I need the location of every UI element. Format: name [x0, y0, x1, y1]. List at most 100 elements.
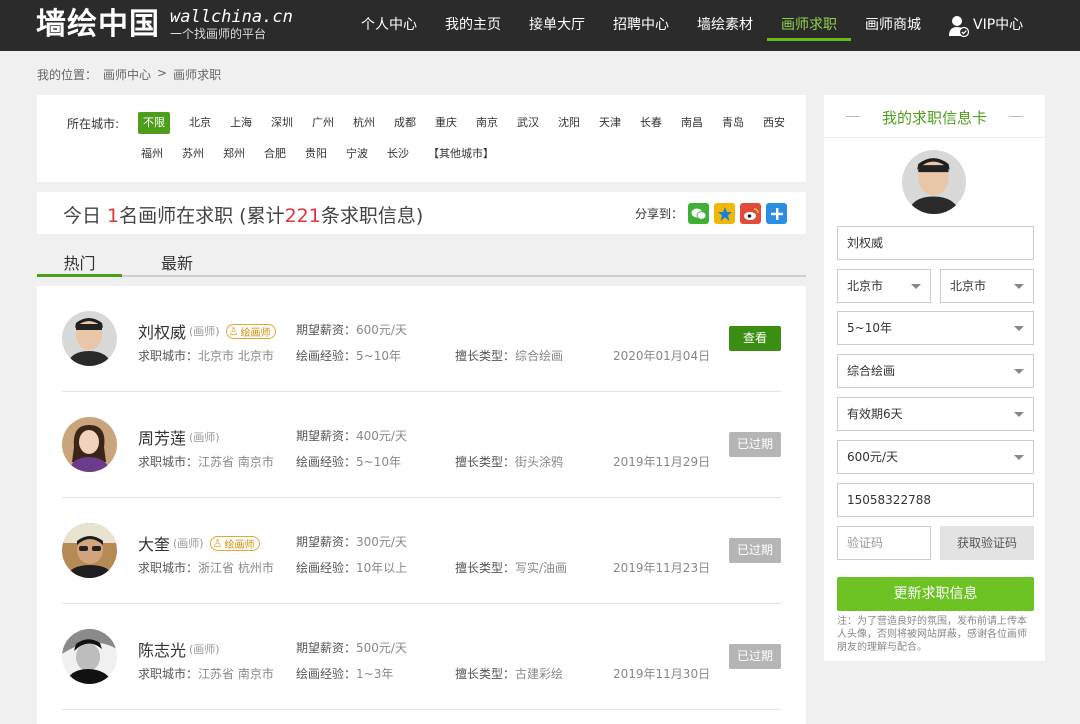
city-option[interactable]: 福州 — [141, 143, 163, 165]
avatar[interactable] — [62, 311, 117, 366]
listing-tabs: 热门 最新 — [37, 244, 806, 277]
city-label: 求职城市： — [138, 349, 199, 363]
city-option[interactable]: 青岛 — [722, 112, 744, 134]
experience-info: 绘画经验：5~10年 — [296, 453, 401, 470]
city-filter-label: 所在城市: — [67, 117, 120, 131]
row-divider — [62, 709, 781, 710]
city-option[interactable]: 武汉 — [517, 112, 539, 134]
city-value: 江苏省 南京市 — [198, 667, 274, 681]
post-date: 2020年01月04日 — [613, 349, 711, 363]
salary-value: 300元/天 — [356, 535, 407, 549]
nav-mural-materials[interactable]: 墙绘素材 — [683, 0, 767, 51]
city-row-1: 不限 北京 上海 深圳 广州 杭州 成都 重庆 南京 武汉 沈阳 天津 长春 南昌 青岛 西安 — [138, 112, 804, 134]
medal-icon: ♙ — [228, 324, 239, 338]
city-option[interactable]: 【其他城市】 — [428, 143, 494, 165]
city-option[interactable]: 南昌 — [681, 112, 703, 134]
city-option[interactable]: 长沙 — [387, 143, 409, 165]
view-button[interactable]: 查看 — [729, 326, 781, 351]
tab-hot[interactable]: 热门 — [37, 250, 122, 277]
nav-order-hall[interactable]: 接单大厅 — [515, 0, 599, 51]
nav-personal-center[interactable]: 个人中心 — [347, 0, 431, 51]
city-option[interactable]: 宁波 — [346, 143, 368, 165]
get-code-button[interactable]: 获取验证码 — [940, 526, 1034, 560]
site-logo[interactable]: 墙绘中国 wallchina.cn 一个找画师的平台 — [36, 8, 293, 42]
logo-text: 墙绘中国 — [36, 7, 160, 42]
card-divider — [824, 137, 1045, 138]
wechat-share-icon[interactable] — [688, 203, 710, 224]
list-item: 周芳莲 (画师) 期望薪资：400元/天 求职城市：江苏省 南京市 绘画经验：5… — [37, 392, 806, 498]
city-option[interactable]: 合肥 — [264, 143, 286, 165]
main-nav: 个人中心 我的主页 接单大厅 招聘中心 墙绘素材 画师求职 画师商城 VIP中心 — [347, 0, 1037, 51]
experience-select[interactable]: 5~10年 — [837, 311, 1034, 345]
nav-my-homepage[interactable]: 我的主页 — [431, 0, 515, 51]
captcha-input[interactable]: 验证码 — [837, 526, 931, 560]
city-option[interactable]: 成都 — [394, 112, 416, 134]
city-option[interactable]: 南京 — [476, 112, 498, 134]
city-option[interactable]: 天津 — [599, 112, 621, 134]
city-option[interactable]: 深圳 — [271, 112, 293, 134]
skill-select[interactable]: 综合绘画 — [837, 354, 1034, 388]
badge-label: 绘画师 — [224, 539, 255, 551]
experience-label: 绘画经验： — [296, 561, 357, 575]
top-header: 墙绘中国 wallchina.cn 一个找画师的平台 个人中心 我的主页 接单大… — [0, 0, 1080, 51]
city-option[interactable]: 沈阳 — [558, 112, 580, 134]
nav-vip-center[interactable]: VIP中心 — [935, 0, 1037, 51]
card-title: 我的求职信息卡 — [881, 109, 987, 127]
salary-label: 期望薪资： — [296, 641, 357, 655]
today-summary: 今日 1名画师在求职 (累计221条求职信息) — [63, 201, 423, 228]
salary-label: 期望薪资： — [296, 429, 357, 443]
city-option[interactable]: 长春 — [640, 112, 662, 134]
painter-badge: ♙ 绘画师 — [225, 323, 277, 339]
seeker-name[interactable]: 刘权威 (画师) ♙ 绘画师 — [138, 319, 277, 343]
skill-info: 擅长类型：古建彩绘 — [455, 665, 563, 682]
validity-select[interactable]: 有效期6天 — [837, 397, 1034, 431]
city-value: 江苏省 南京市 — [198, 455, 274, 469]
seeker-role: (画师) — [189, 643, 220, 656]
experience-value: 5~10年 — [356, 349, 401, 363]
nav-painter-jobs[interactable]: 画师求职 — [767, 0, 851, 51]
city-option[interactable]: 西安 — [763, 112, 785, 134]
total-count: 221 — [284, 205, 321, 227]
avatar[interactable] — [62, 523, 117, 578]
city-option[interactable]: 杭州 — [353, 112, 375, 134]
city-option[interactable]: 贵阳 — [305, 143, 327, 165]
experience-value: 5~10年 — [356, 455, 401, 469]
avatar[interactable] — [62, 629, 117, 684]
province-select[interactable]: 北京市 — [837, 269, 931, 303]
city-option[interactable]: 郑州 — [223, 143, 245, 165]
weibo-share-icon[interactable] — [740, 203, 762, 224]
job-seeker-list: 刘权威 (画师) ♙ 绘画师 期望薪资：600元/天 求职城市：北京市 北京市 绘… — [37, 286, 806, 724]
tab-latest[interactable]: 最新 — [137, 250, 217, 277]
city-info: 求职城市：江苏省 南京市 — [138, 665, 274, 682]
city-select[interactable]: 北京市 — [940, 269, 1034, 303]
city-option[interactable]: 重庆 — [435, 112, 457, 134]
today-summary-bar: 今日 1名画师在求职 (累计221条求职信息) 分享到： — [37, 192, 806, 234]
seeker-name[interactable]: 周芳莲 (画师) — [138, 425, 220, 449]
salary-select[interactable]: 600元/天 — [837, 440, 1034, 474]
salary-label: 期望薪资： — [296, 323, 357, 337]
city-value: 北京市 北京市 — [198, 349, 274, 363]
city-option[interactable]: 不限 — [138, 112, 170, 134]
more-share-icon[interactable] — [766, 203, 788, 224]
card-avatar[interactable] — [902, 150, 966, 214]
city-option[interactable]: 广州 — [312, 112, 334, 134]
experience-label: 绘画经验： — [296, 349, 357, 363]
city-option[interactable]: 上海 — [230, 112, 252, 134]
skill-label: 擅长类型： — [455, 349, 516, 363]
breadcrumb-painter-center[interactable]: 画师中心 — [103, 66, 151, 83]
seeker-name-text: 刘权威 — [138, 323, 187, 342]
avatar[interactable] — [62, 417, 117, 472]
seeker-role: (画师) — [189, 325, 220, 338]
nav-painter-mall[interactable]: 画师商城 — [851, 0, 935, 51]
phone-input[interactable]: 15058322788 — [837, 483, 1034, 517]
city-option[interactable]: 苏州 — [182, 143, 204, 165]
seeker-name[interactable]: 大奎 (画师) ♙ 绘画师 — [138, 531, 261, 555]
breadcrumb-painter-jobs[interactable]: 画师求职 — [173, 66, 221, 83]
qzone-share-icon[interactable] — [714, 203, 736, 224]
salary-info: 期望薪资：300元/天 — [296, 533, 407, 550]
name-input[interactable]: 刘权威 — [837, 226, 1034, 260]
city-option[interactable]: 北京 — [189, 112, 211, 134]
update-button[interactable]: 更新求职信息 — [837, 577, 1034, 611]
seeker-name[interactable]: 陈志光 (画师) — [138, 637, 220, 661]
nav-recruitment-center[interactable]: 招聘中心 — [599, 0, 683, 51]
